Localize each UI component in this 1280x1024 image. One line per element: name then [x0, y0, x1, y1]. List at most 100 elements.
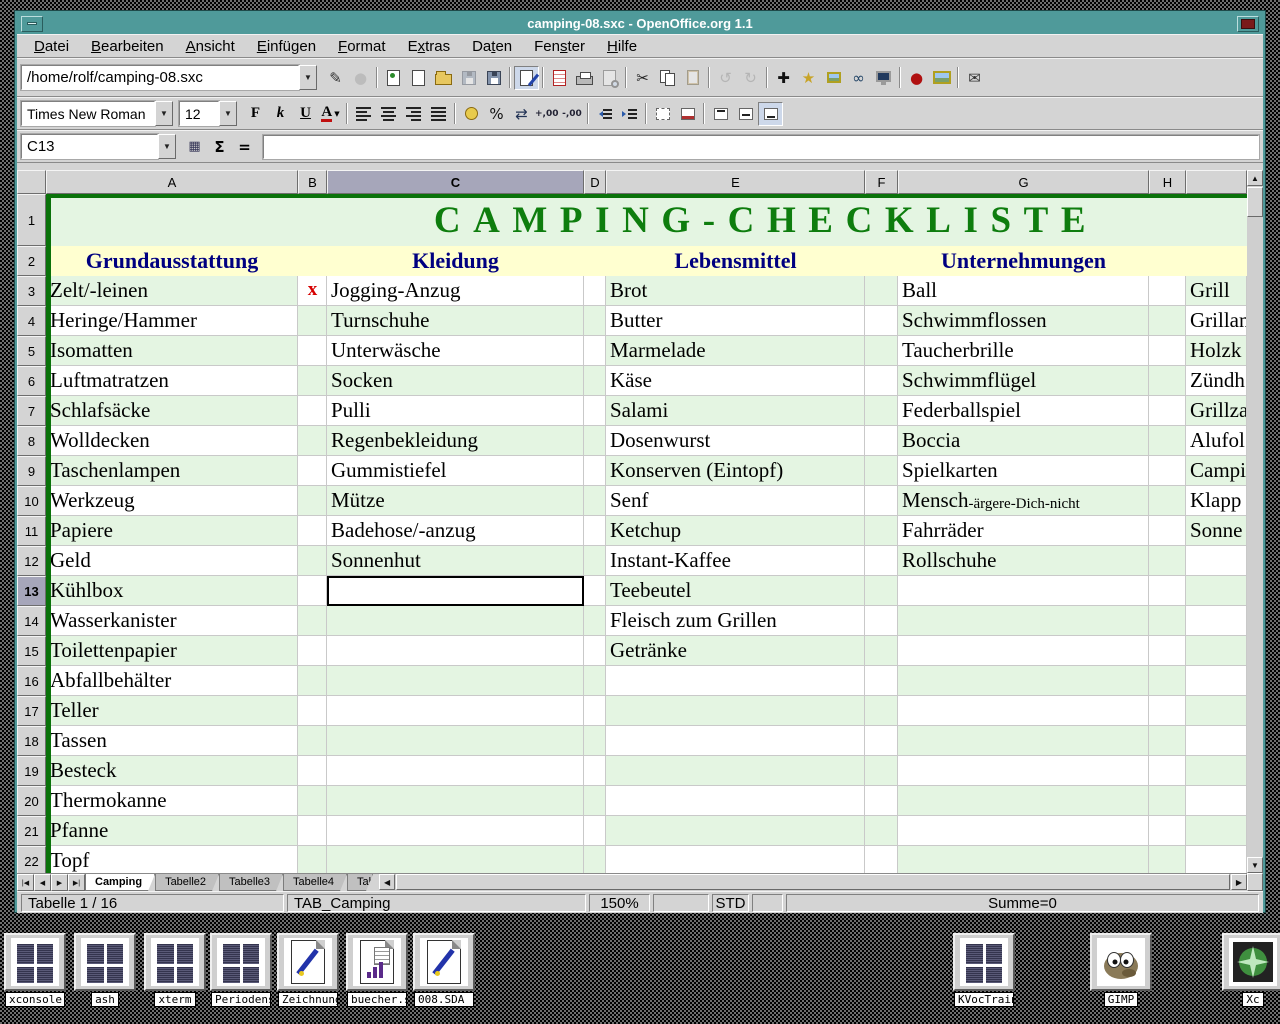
cell-F4[interactable] [865, 306, 898, 336]
cell-E10[interactable]: Senf [606, 486, 865, 516]
cell-B17[interactable] [298, 696, 327, 726]
cell-B7[interactable] [298, 396, 327, 426]
row-header-10[interactable]: 10 [17, 486, 46, 516]
horizontal-scrollbar[interactable]: ◀▶ [373, 874, 1247, 891]
vertical-scrollbar[interactable]: ▲ ▼ [1247, 170, 1263, 873]
cell-A7[interactable]: Schlafsäcke [46, 396, 298, 426]
row-header-4[interactable]: 4 [17, 306, 46, 336]
align-right-icon[interactable] [401, 102, 426, 126]
cell-G6[interactable]: Schwimmflügel [898, 366, 1149, 396]
cell-B15[interactable] [298, 636, 327, 666]
cell-C18[interactable] [327, 726, 584, 756]
cell-B16[interactable] [298, 666, 327, 696]
row-header-14[interactable]: 14 [17, 606, 46, 636]
cell-B14[interactable] [298, 606, 327, 636]
cell-E20[interactable] [606, 786, 865, 816]
desktop-icon-zeichnung-[interactable]: Zeichnung- [277, 933, 339, 1012]
record-macro-icon[interactable]: ● [904, 66, 929, 90]
row-header-12[interactable]: 12 [17, 546, 46, 576]
window-maximize-button[interactable] [1237, 16, 1259, 32]
url-combobox[interactable]: /home/rolf/camping-08.sxc ▼ [21, 65, 317, 90]
cell-I11[interactable]: Sonne [1186, 516, 1247, 546]
column-header-A[interactable]: A [46, 170, 298, 194]
redo-icon[interactable]: ↻ [738, 66, 763, 90]
cell-F5[interactable] [865, 336, 898, 366]
select-all-corner[interactable] [17, 170, 46, 194]
menu-bearbeiten[interactable]: Bearbeiten [80, 36, 175, 57]
row-header-1[interactable]: 1 [17, 194, 46, 246]
cell-D16[interactable] [584, 666, 606, 696]
number-format-currency-icon[interactable] [459, 102, 484, 126]
menu-daten[interactable]: Daten [461, 36, 523, 57]
cell-C7[interactable]: Pulli [327, 396, 584, 426]
underline-button[interactable]: U [293, 102, 318, 126]
cell-G5[interactable]: Taucherbrille [898, 336, 1149, 366]
desktop-icon-periodens[interactable]: Periodens [210, 933, 272, 1012]
cell-C4[interactable]: Turnschuhe [327, 306, 584, 336]
cell-E21[interactable] [606, 816, 865, 846]
cell-F20[interactable] [865, 786, 898, 816]
menu-hilfe[interactable]: Hilfe [596, 36, 648, 57]
cell-C8[interactable]: Regenbekleidung [327, 426, 584, 456]
cell-D20[interactable] [584, 786, 606, 816]
hyperlink-icon[interactable]: ∞ [846, 66, 871, 90]
align-center-icon[interactable] [376, 102, 401, 126]
column-header-H[interactable]: H [1149, 170, 1186, 194]
number-format-percent-icon[interactable]: % [484, 102, 509, 126]
cell-B20[interactable] [298, 786, 327, 816]
new-document-icon[interactable] [406, 66, 431, 90]
cell-A18[interactable]: Tassen [46, 726, 298, 756]
font-color-button[interactable]: A ▼ [318, 102, 343, 126]
menu-datei[interactable]: Datei [23, 36, 80, 57]
cell-D5[interactable] [584, 336, 606, 366]
cell-H20[interactable] [1149, 786, 1186, 816]
load-url-icon[interactable]: ✎ [323, 66, 348, 90]
background-color-icon[interactable] [675, 102, 700, 126]
cell-D3[interactable] [584, 276, 606, 306]
cell-A12[interactable]: Geld [46, 546, 298, 576]
cell-H10[interactable] [1149, 486, 1186, 516]
sheet-first-button[interactable]: |◀ [17, 874, 34, 891]
cell-H9[interactable] [1149, 456, 1186, 486]
stylist-icon[interactable]: ★ [796, 66, 821, 90]
cell-F13[interactable] [865, 576, 898, 606]
cell-H17[interactable] [1149, 696, 1186, 726]
cell-I13[interactable] [1186, 576, 1247, 606]
gallery-icon[interactable] [821, 66, 846, 90]
cell-I14[interactable] [1186, 606, 1247, 636]
row-header-11[interactable]: 11 [17, 516, 46, 546]
cell-B21[interactable] [298, 816, 327, 846]
paste-icon[interactable] [680, 66, 705, 90]
row-header-9[interactable]: 9 [17, 456, 46, 486]
cell-A14[interactable]: Wasserkanister [46, 606, 298, 636]
print-icon[interactable] [572, 66, 597, 90]
cell-H6[interactable] [1149, 366, 1186, 396]
cell-C16[interactable] [327, 666, 584, 696]
cell-G9[interactable]: Spielkarten [898, 456, 1149, 486]
bold-button[interactable]: F [243, 102, 268, 126]
column-header-F[interactable]: F [865, 170, 898, 194]
cell-I3[interactable]: Grill [1186, 276, 1247, 306]
horizontal-scroll-thumb[interactable] [396, 874, 1230, 890]
cell-A10[interactable]: Werkzeug [46, 486, 298, 516]
cell-G3[interactable]: Ball [898, 276, 1149, 306]
font-size-dropdown-button[interactable]: ▼ [219, 101, 237, 126]
cell-H21[interactable] [1149, 816, 1186, 846]
function-button[interactable]: = [232, 135, 257, 159]
open-document-icon[interactable] [431, 66, 456, 90]
cell-A15[interactable]: Toilettenpapier [46, 636, 298, 666]
sheet-tab-tabelle2[interactable]: Tabelle2 [155, 874, 219, 891]
hscroll-left-button[interactable]: ◀ [379, 874, 395, 890]
cell-reference-input[interactable]: C13 [21, 134, 158, 159]
cell-E7[interactable]: Salami [606, 396, 865, 426]
cell-G7[interactable]: Federballspiel [898, 396, 1149, 426]
column-header-I[interactable] [1186, 170, 1247, 194]
cell-D11[interactable] [584, 516, 606, 546]
desktop-icon-xc[interactable]: Xc [1222, 933, 1280, 1012]
zoom-field[interactable]: 150% [589, 894, 650, 912]
cell-B4[interactable] [298, 306, 327, 336]
cell-F15[interactable] [865, 636, 898, 666]
font-name-combobox[interactable]: Times New Roman ▼ [21, 101, 173, 126]
cell-B10[interactable] [298, 486, 327, 516]
cell-I6[interactable]: Zündh [1186, 366, 1247, 396]
